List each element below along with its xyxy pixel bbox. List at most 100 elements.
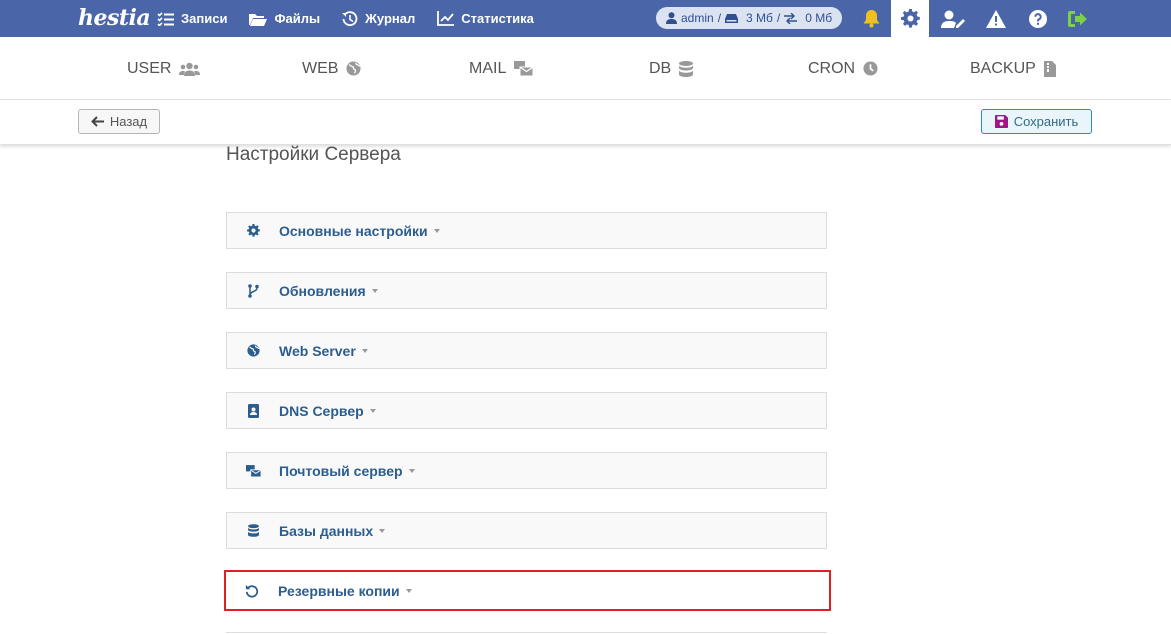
section-mail-icon-wrap xyxy=(227,464,279,477)
section-backups-icon-wrap xyxy=(226,584,278,598)
nav-records-label: Записи xyxy=(181,11,228,26)
bell-icon xyxy=(863,10,879,28)
section-general-settings[interactable]: Основные настройки xyxy=(226,212,827,249)
nav-files-label: Файлы xyxy=(274,11,321,26)
back-button[interactable]: Назад xyxy=(78,109,160,134)
server-settings-button[interactable] xyxy=(891,0,929,37)
tab-db[interactable]: DB xyxy=(649,37,694,100)
file-zipper-icon xyxy=(1043,60,1056,77)
tab-mail-label: MAIL xyxy=(469,59,507,77)
save-button-label: Сохранить xyxy=(1013,114,1079,129)
nav-records[interactable]: Записи xyxy=(157,11,227,26)
back-button-label: Назад xyxy=(109,114,148,129)
caret-down-icon xyxy=(433,228,440,233)
nav-log-label: Журнал xyxy=(365,11,416,26)
gear-icon xyxy=(900,9,920,28)
caret-down-icon xyxy=(361,348,368,353)
rotate-left-icon xyxy=(245,584,259,598)
top-nav: Записи Файлы Журнал Статистика xyxy=(157,0,556,37)
database-icon xyxy=(679,60,694,77)
section-backups-label: Резервные копии xyxy=(278,582,400,599)
tab-user[interactable]: USER xyxy=(127,37,201,100)
section-databases[interactable]: Базы данных xyxy=(226,512,827,549)
globe-icon xyxy=(346,61,361,76)
section-dns-server[interactable]: DNS Сервер xyxy=(226,392,827,429)
caret-down-icon xyxy=(369,408,376,413)
list-check-icon xyxy=(157,11,174,26)
section-general-label: Основные настройки xyxy=(279,222,428,239)
tab-web[interactable]: WEB xyxy=(302,37,361,100)
users-icon xyxy=(179,62,201,76)
arrow-left-icon xyxy=(90,116,104,127)
database-icon xyxy=(247,524,259,537)
user-status-pill[interactable]: admin / 3 Мб / 0 Мб xyxy=(656,7,842,29)
section-web-icon-wrap xyxy=(227,344,279,357)
caret-down-icon xyxy=(408,468,415,473)
floppy-disk-icon xyxy=(994,115,1008,128)
top-navbar: hestia Записи Файлы Журнал Статистика ad… xyxy=(0,0,1171,37)
nav-files[interactable]: Файлы xyxy=(249,11,320,26)
section-mail-server[interactable]: Почтовый сервер xyxy=(226,452,827,489)
tab-db-label: DB xyxy=(649,59,672,77)
action-toolbar: Назад Сохранить xyxy=(0,100,1171,145)
section-web-label: Web Server xyxy=(279,342,356,359)
section-updates-label: Обновления xyxy=(279,282,366,299)
section-updates-icon-wrap xyxy=(227,283,279,298)
tab-web-label: WEB xyxy=(302,59,339,77)
section-updates[interactable]: Обновления xyxy=(226,272,827,309)
history-icon xyxy=(342,10,358,26)
section-dns-label: DNS Сервер xyxy=(279,402,364,419)
hard-drive-icon xyxy=(725,14,739,23)
caret-down-icon xyxy=(405,588,412,593)
section-dns-icon-wrap xyxy=(227,403,279,418)
globe-icon xyxy=(246,344,260,357)
mail-bulk-icon xyxy=(514,61,534,76)
section-tabs: USER WEB MAIL DB CRON BACKUP xyxy=(0,37,1171,100)
notifications-button[interactable] xyxy=(852,0,890,37)
help-button[interactable] xyxy=(1019,0,1057,37)
user-icon xyxy=(666,12,677,24)
tab-backup-label: BACKUP xyxy=(970,59,1036,77)
question-circle-icon xyxy=(1029,9,1047,28)
folder-open-icon xyxy=(249,13,268,26)
logout-icon xyxy=(1067,10,1087,27)
section-backups[interactable]: Резервные копии xyxy=(224,570,831,611)
mail-bulk-icon xyxy=(245,464,261,477)
user-separator-2: / xyxy=(776,11,781,25)
user-manage-button[interactable] xyxy=(934,0,972,37)
exchange-arrows-icon xyxy=(784,12,798,24)
caret-down-icon xyxy=(371,288,378,293)
section-web-server[interactable]: Web Server xyxy=(226,332,827,369)
username-label: admin xyxy=(681,11,714,25)
user-separator-1: / xyxy=(717,11,722,25)
save-button[interactable]: Сохранить xyxy=(981,109,1092,134)
hestia-logo[interactable]: hestia xyxy=(78,3,151,33)
bandwidth-usage-label: 0 Мб xyxy=(805,11,833,25)
nav-stats[interactable]: Статистика xyxy=(437,11,534,26)
gear-icon xyxy=(246,224,260,237)
tab-user-label: USER xyxy=(127,59,172,77)
user-pen-icon xyxy=(941,10,965,28)
tab-cron[interactable]: CRON xyxy=(808,37,878,100)
clock-icon xyxy=(863,61,878,76)
section-databases-label: Базы данных xyxy=(279,522,374,539)
warning-triangle-icon xyxy=(986,9,1006,28)
logout-button[interactable] xyxy=(1058,0,1096,37)
tab-backup[interactable]: BACKUP xyxy=(970,37,1056,100)
nav-stats-label: Статистика xyxy=(461,11,534,26)
nav-log[interactable]: Журнал xyxy=(342,10,416,27)
section-mail-label: Почтовый сервер xyxy=(279,462,403,479)
address-book-icon xyxy=(247,403,259,418)
logo-text: hestia xyxy=(78,5,151,31)
page-title: Настройки Сервера xyxy=(226,144,401,165)
tab-mail[interactable]: MAIL xyxy=(469,37,534,100)
caret-down-icon xyxy=(379,528,386,533)
chart-line-icon xyxy=(437,11,455,26)
tab-cron-label: CRON xyxy=(808,59,856,77)
section-databases-icon-wrap xyxy=(227,524,279,537)
next-section-edge xyxy=(226,632,827,633)
disk-usage-label: 3 Мб xyxy=(746,11,773,25)
section-general-icon-wrap xyxy=(227,224,279,237)
warnings-button[interactable] xyxy=(977,0,1015,37)
code-branch-icon xyxy=(247,283,259,298)
